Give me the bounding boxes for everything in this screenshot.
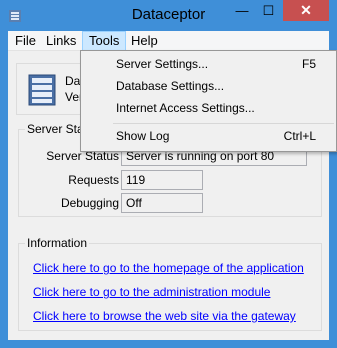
app-window: Dataceptor — ☐ ✕ File Links Tools Help D…	[0, 0, 337, 348]
requests-field: 119	[121, 170, 203, 190]
database-settings-label: Database Settings...	[116, 79, 225, 93]
menu-separator	[113, 123, 334, 124]
menu-item-server-settings[interactable]: Server Settings... F5	[81, 53, 336, 75]
title-bar[interactable]: Dataceptor — ☐ ✕	[0, 0, 337, 31]
minimize-button[interactable]: —	[229, 0, 255, 21]
menu-links[interactable]: Links	[40, 31, 82, 51]
homepage-link[interactable]: Click here to go to the homepage of the …	[33, 261, 304, 275]
information-group: Information Click here to go to the home…	[18, 236, 322, 331]
close-button[interactable]: ✕	[283, 0, 329, 21]
maximize-button[interactable]: ☐	[255, 0, 282, 21]
debugging-field: Off	[121, 193, 203, 213]
menu-help[interactable]: Help	[125, 31, 164, 51]
debugging-label: Debugging	[60, 196, 119, 210]
tools-dropdown-menu: Server Settings... F5 Database Settings.…	[80, 50, 337, 152]
show-log-label: Show Log	[116, 129, 170, 143]
requests-label: Requests	[68, 173, 119, 187]
menu-file[interactable]: File	[9, 31, 42, 51]
gateway-link[interactable]: Click here to browse the web site via th…	[33, 309, 296, 323]
admin-module-link[interactable]: Click here to go to the administration m…	[33, 285, 270, 299]
server-settings-shortcut: F5	[301, 57, 316, 71]
server-database-icon	[28, 74, 56, 106]
menu-tools[interactable]: Tools	[82, 31, 127, 51]
server-settings-label: Server Settings...	[116, 57, 209, 71]
menu-item-internet-access-settings[interactable]: Internet Access Settings...	[81, 97, 336, 119]
information-group-title: Information	[25, 236, 90, 250]
menu-item-show-log[interactable]: Show Log Ctrl+L	[81, 125, 336, 147]
internet-access-settings-label: Internet Access Settings...	[116, 101, 255, 115]
show-log-shortcut: Ctrl+L	[283, 129, 316, 143]
menu-bar: File Links Tools Help	[8, 31, 329, 51]
menu-item-database-settings[interactable]: Database Settings...	[81, 75, 336, 97]
